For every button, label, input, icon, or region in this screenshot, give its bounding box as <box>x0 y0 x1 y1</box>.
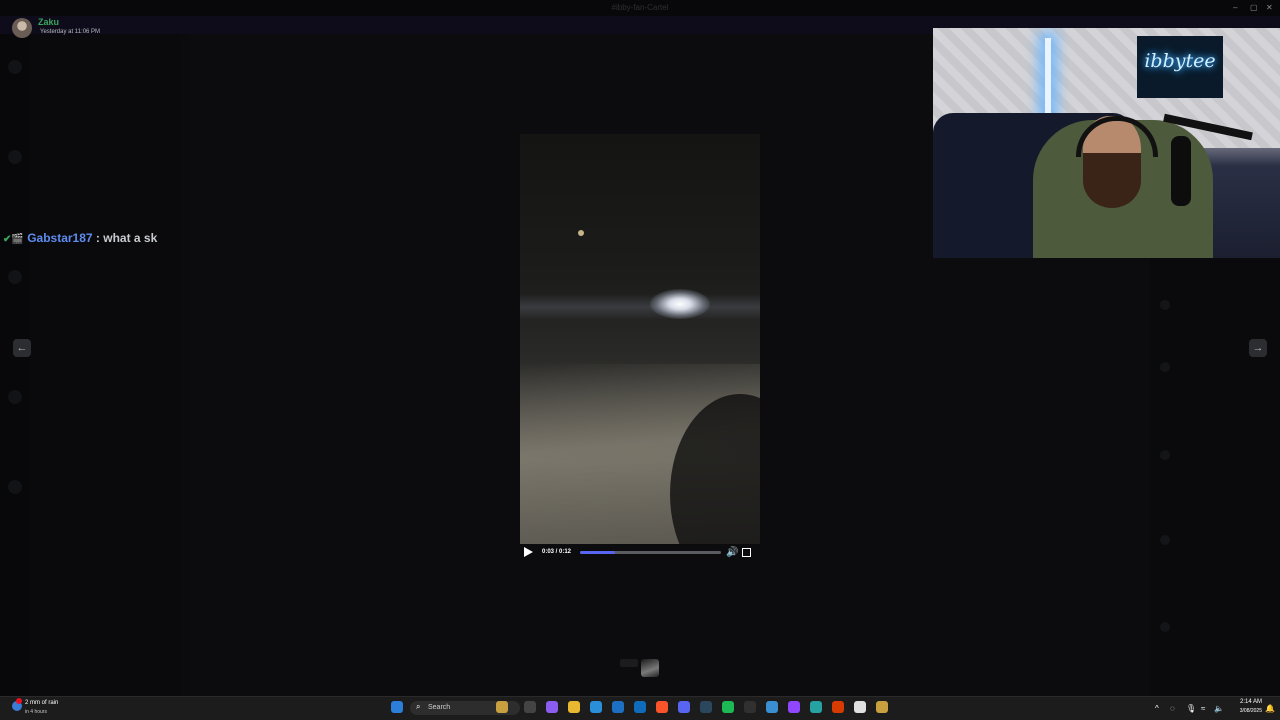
media-thumbnail-active[interactable] <box>641 659 659 677</box>
member-list <box>1150 260 1280 696</box>
brave-icon[interactable] <box>656 701 668 713</box>
server-icon[interactable] <box>8 270 22 284</box>
close-icon[interactable]: ✕ <box>1266 3 1273 12</box>
chevron-up-icon[interactable]: ^ <box>1155 704 1159 713</box>
member-avatar[interactable] <box>1160 450 1170 460</box>
server-icon[interactable] <box>8 390 22 404</box>
streamer-beard <box>1083 153 1141 208</box>
chat-text: : what a sk <box>95 231 158 245</box>
terminal-icon[interactable] <box>744 701 756 713</box>
headlight-beam <box>520 294 760 320</box>
spotify-icon[interactable] <box>722 701 734 713</box>
chat-username: Gabstar187 <box>27 231 93 245</box>
network-icon[interactable]: ◌ <box>1170 704 1175 713</box>
member-avatar[interactable] <box>1160 362 1170 372</box>
server-icon[interactable] <box>8 480 22 494</box>
stream-chat-message: ✔🎬 Gabstar187 : what a sk <box>3 231 157 245</box>
search-placeholder[interactable]: Search <box>428 704 450 711</box>
server-sidebar <box>0 34 30 696</box>
clock-time[interactable]: 2:14 AM <box>1232 699 1262 705</box>
member-avatar[interactable] <box>1160 300 1170 310</box>
search-icon: ⌕ <box>416 702 421 711</box>
video-player[interactable] <box>520 134 760 544</box>
windows-start-icon[interactable] <box>391 701 403 713</box>
post-timestamp: Yesterday at 11:06 PM <box>40 29 101 35</box>
seek-bar[interactable] <box>580 551 721 554</box>
author-avatar[interactable] <box>12 18 32 38</box>
app-icon[interactable] <box>810 701 822 713</box>
app-icon[interactable] <box>854 701 866 713</box>
play-icon[interactable] <box>524 547 533 557</box>
notification-badge <box>16 698 22 704</box>
member-avatar[interactable] <box>1160 535 1170 545</box>
author-name[interactable]: Zaku <box>38 17 59 27</box>
fullscreen-icon[interactable] <box>742 548 751 557</box>
weather-summary[interactable]: 2 mm of rain <box>25 700 58 706</box>
steam-icon[interactable] <box>700 701 712 713</box>
chat-badge-icon: ✔🎬 <box>3 234 24 245</box>
server-icon[interactable] <box>8 150 22 164</box>
video-time: 0:03 / 0:12 <box>542 549 572 555</box>
webcam-overlay: ibbytee <box>933 28 1280 258</box>
copilot-icon[interactable] <box>546 701 558 713</box>
street-lamp <box>578 230 584 236</box>
previous-media-button[interactable]: ← <box>13 339 31 357</box>
wifi-icon[interactable]: ≈ <box>1201 704 1205 713</box>
notepad-icon[interactable] <box>766 701 778 713</box>
task-view-icon[interactable] <box>524 701 536 713</box>
mic-icon[interactable]: 🎙 <box>1186 704 1196 713</box>
app-icon[interactable] <box>832 701 844 713</box>
next-media-button[interactable]: → <box>1249 339 1267 357</box>
clock-date[interactable]: 3/08/2025 <box>1226 708 1262 714</box>
store-icon[interactable] <box>612 701 624 713</box>
maximize-icon[interactable]: ▢ <box>1250 3 1258 12</box>
search-highlight-icon[interactable] <box>496 701 508 713</box>
title-bar: #ibby-fan-Cartel <box>0 0 1280 16</box>
volume-icon[interactable]: 🔈 <box>1214 704 1224 713</box>
outlook-icon[interactable] <box>634 701 646 713</box>
minimize-icon[interactable]: – <box>1233 3 1237 12</box>
obs-icon[interactable] <box>788 701 800 713</box>
discord-icon[interactable] <box>678 701 690 713</box>
edge-icon[interactable] <box>590 701 602 713</box>
app-icon[interactable] <box>876 701 888 713</box>
member-avatar[interactable] <box>1160 622 1170 632</box>
seek-progress <box>580 551 616 554</box>
file-explorer-icon[interactable] <box>568 701 580 713</box>
headlights <box>650 289 710 319</box>
window-title: #ibby-fan-Cartel <box>611 3 669 12</box>
neon-sign-text: ibbytee <box>1144 50 1216 72</box>
speaker-icon[interactable]: 🔊 <box>726 547 738 558</box>
notification-icon[interactable]: 🔔 <box>1265 704 1275 713</box>
weather-detail[interactable]: in 4 hours <box>25 709 47 715</box>
media-thumbnail[interactable] <box>620 659 638 667</box>
microphone <box>1171 136 1191 206</box>
server-icon[interactable] <box>8 60 22 74</box>
channel-list <box>30 34 182 696</box>
